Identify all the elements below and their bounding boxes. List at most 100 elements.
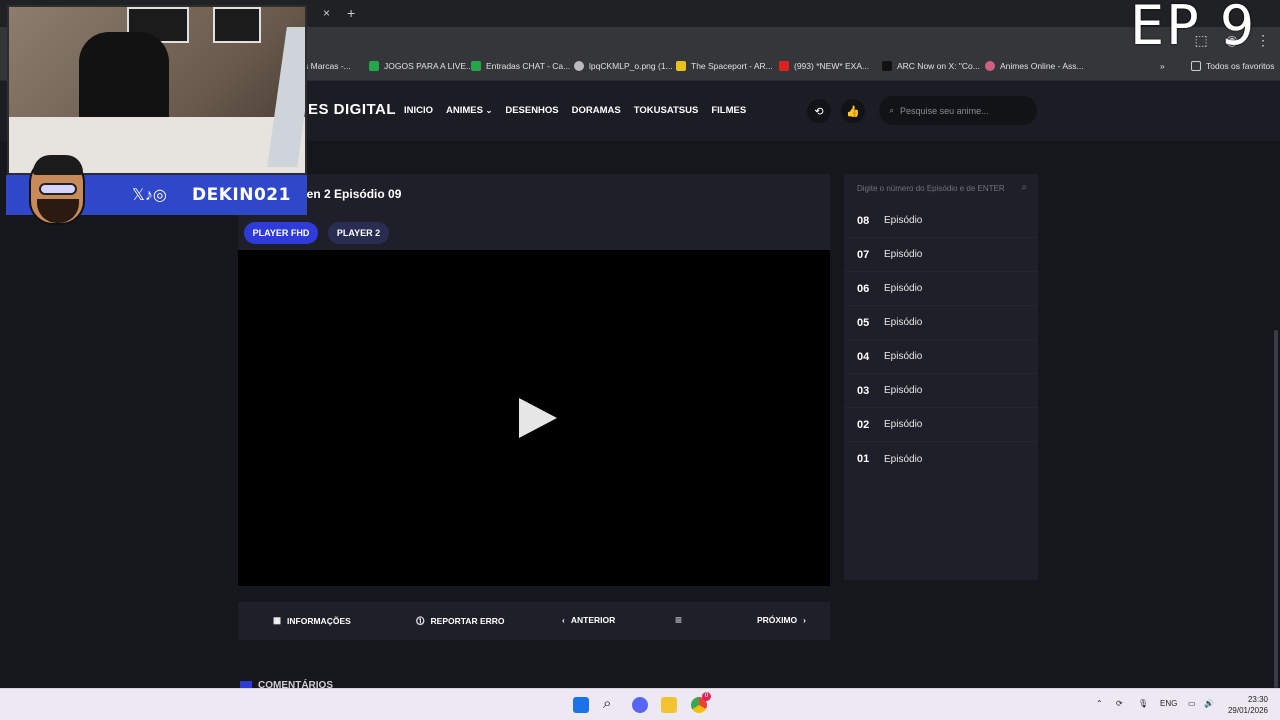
player-fhd-button[interactable]: PLAYER FHD [244, 222, 318, 244]
episode-number: 01 [857, 453, 870, 465]
episode-item[interactable]: 07 Episódio [844, 238, 1038, 272]
sync-icon[interactable]: ⟳ [1116, 699, 1123, 708]
bookmark-label: ARC Now on X: "Co... [897, 61, 980, 71]
menu-icon[interactable]: ⋮ [1256, 32, 1270, 49]
episode-label: Episódio [884, 385, 923, 396]
youtube-icon [779, 61, 789, 71]
episode-label: Episódio [884, 215, 923, 226]
player-2-button[interactable]: PLAYER 2 [328, 222, 389, 244]
episode-label: Episódio [884, 317, 923, 328]
microphone-icon[interactable]: 🎙 [1138, 699, 1148, 708]
nav-tokusatsus[interactable]: TOKUSATSUS [634, 105, 699, 116]
bookmark-item[interactable]: Entradas CHAT - Ca... [471, 61, 570, 71]
system-clock[interactable]: 23:30 29/01/2026 [1228, 694, 1268, 716]
new-tab-button[interactable]: + [347, 5, 355, 21]
site-logo[interactable]: ES DIGITAL [308, 101, 396, 118]
bookmark-label: (993) *NEW* EXA... [794, 61, 870, 71]
file-explorer-icon[interactable] [661, 697, 677, 713]
nav-animes-label: ANIMES [446, 105, 483, 116]
play-icon[interactable] [519, 398, 557, 438]
social-icons: 𝕏♪◎ [132, 187, 167, 204]
windows-taskbar: ⌕ 0 ⌃ ⟳ 🎙 ENG ▭ 🔊 23:30 29/01/2026 [0, 688, 1280, 720]
page-scrollbar[interactable] [1274, 330, 1278, 688]
episode-label: Episódio [884, 351, 923, 362]
sheets-icon [369, 61, 379, 71]
language-indicator[interactable]: ENG [1160, 699, 1177, 708]
folder-icon [1191, 61, 1201, 71]
history-icon[interactable]: ⟲ [807, 99, 831, 123]
previous-button[interactable]: ‹ ANTERIOR [562, 615, 615, 625]
wall-poster [213, 7, 261, 43]
discord-icon[interactable] [632, 697, 648, 713]
search-icon[interactable]: ⌕ [603, 695, 619, 712]
streamer-avatar [29, 155, 85, 225]
report-label: REPORTAR ERRO [430, 616, 505, 626]
network-icon[interactable]: ▭ [1188, 699, 1196, 708]
episode-item[interactable]: 02 Episódio [844, 408, 1038, 442]
tray-overflow-icon[interactable]: ⌃ [1096, 699, 1103, 708]
bookmark-item[interactable]: Animes Online - Ass... [985, 61, 1084, 71]
nav-doramas[interactable]: DORAMAS [572, 105, 621, 116]
webcam-overlay [7, 5, 307, 175]
volume-icon[interactable]: 🔊 [1204, 699, 1214, 708]
tab-close-icon[interactable]: × [323, 6, 330, 20]
bookmark-item[interactable]: JOGOS PARA A LIVE... [369, 61, 473, 71]
animes-icon [985, 61, 995, 71]
windows-start-icon[interactable] [573, 697, 589, 713]
chevron-down-icon: ⌄ [485, 106, 493, 115]
episode-number: 08 [857, 214, 870, 227]
episode-label: Episódio [884, 283, 923, 294]
next-button[interactable]: PRÓXIMO › [757, 615, 806, 625]
search-icon[interactable]: ⌕ [1021, 182, 1027, 193]
episode-item[interactable]: 08 Episódio [844, 204, 1038, 238]
bookmark-item[interactable]: (993) *NEW* EXA... [779, 61, 869, 71]
avatar-hat [33, 155, 83, 175]
info-button[interactable]: ▦ INFORMAÇÕES [273, 615, 351, 626]
clock-time: 23:30 [1247, 695, 1268, 704]
notification-badge: 0 [702, 692, 711, 701]
nav-filmes[interactable]: FILMES [711, 105, 746, 116]
episode-number: 04 [857, 350, 870, 363]
episode-item[interactable]: 04 Episódio [844, 340, 1038, 374]
episode-item[interactable]: 05 Episódio [844, 306, 1038, 340]
bookmark-item[interactable]: The Spaceport - AR... [676, 61, 773, 71]
episode-item[interactable]: 01 Episódio [844, 442, 1038, 476]
all-bookmarks-label: Todos os favoritos [1206, 61, 1275, 71]
chevron-right-icon: › [803, 615, 806, 625]
globe-icon [574, 61, 584, 71]
episode-overlay-tag: EP 9 [1130, 0, 1257, 57]
bookmarks-overflow-icon[interactable]: » [1160, 61, 1165, 71]
episode-item[interactable]: 03 Episódio [844, 374, 1038, 408]
bookmark-label: Animes Online - Ass... [1000, 61, 1084, 71]
episode-sidebar: Digite o número do Episódio e de ENTER ⌕… [844, 174, 1038, 580]
avatar-beard [37, 199, 79, 223]
player-panel [238, 174, 830, 250]
clock-date: 29/01/2026 [1227, 706, 1268, 715]
report-error-button[interactable]: ⓵ REPORTAR ERRO [416, 615, 505, 627]
chevron-left-icon: ‹ [562, 615, 565, 625]
bookmark-item[interactable]: s Marcas -... [304, 61, 351, 71]
episode-number: 07 [857, 248, 870, 261]
nav-animes[interactable]: ANIMES ⌄ [446, 105, 492, 116]
episode-item[interactable]: 06 Episódio [844, 272, 1038, 306]
avatar-glasses [39, 183, 77, 195]
all-bookmarks-button[interactable]: Todos os favoritos [1191, 61, 1275, 71]
episode-label: Episódio [884, 249, 923, 260]
nav-inicio[interactable]: INICIO [404, 105, 433, 116]
bookmark-item[interactable]: ARC Now on X: "Co... [882, 61, 980, 71]
bookmark-item[interactable]: lpqCKMLP_o.png (1... [574, 61, 673, 71]
sheets-icon [471, 61, 481, 71]
alert-icon: ⓵ [416, 616, 425, 626]
next-label: PRÓXIMO [757, 615, 798, 625]
episode-label: Episódio [884, 453, 923, 465]
thumbs-up-icon[interactable]: 👍 [841, 99, 865, 123]
search-input[interactable] [900, 105, 1021, 116]
video-player[interactable] [238, 250, 830, 586]
previous-label: ANTERIOR [570, 615, 616, 625]
episode-number: 03 [857, 384, 870, 397]
nav-desenhos[interactable]: DESENHOS [505, 105, 558, 116]
bookmark-label: lpqCKMLP_o.png (1... [589, 61, 673, 71]
bookmark-label: Entradas CHAT - Ca... [486, 61, 571, 71]
episode-search-input[interactable]: Digite o número do Episódio e de ENTER [857, 184, 1005, 193]
episode-list-icon[interactable]: ≡ [675, 613, 682, 627]
